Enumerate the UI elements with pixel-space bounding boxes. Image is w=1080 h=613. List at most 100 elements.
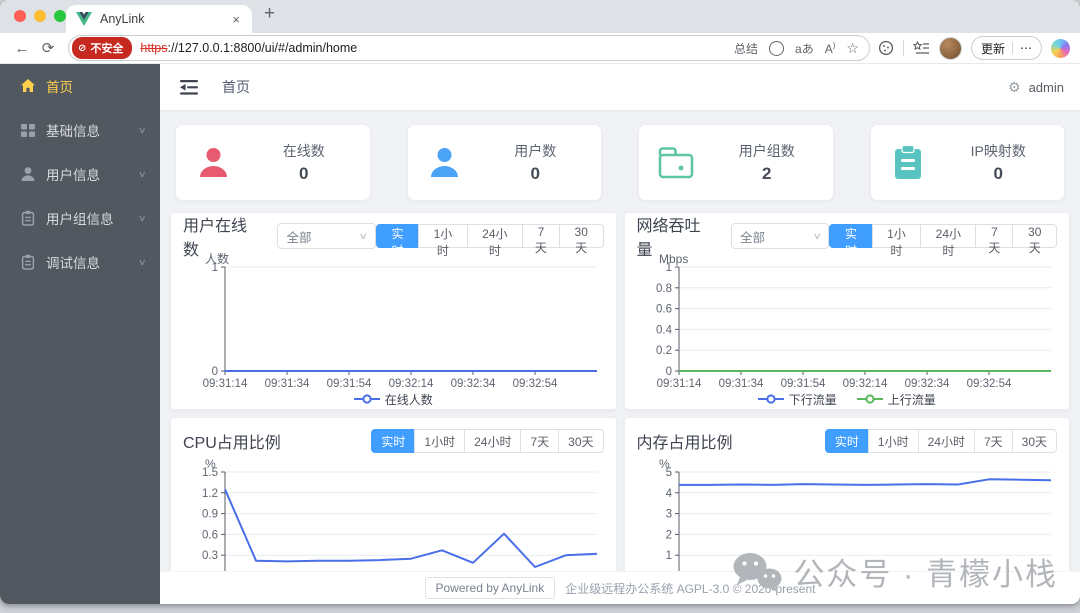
profile-avatar[interactable]	[938, 36, 962, 60]
svg-text:0: 0	[665, 366, 671, 378]
url-input[interactable]: ⊘ 不安全 https://127.0.0.1:8800/ui/#/admin/…	[68, 35, 870, 61]
svg-text:0.8: 0.8	[656, 283, 672, 295]
legend-marker-icon	[856, 394, 883, 404]
time-range-button[interactable]: 30天	[1012, 224, 1057, 255]
legend-marker-icon	[353, 394, 380, 404]
chevron-down-icon: ∨	[358, 230, 369, 241]
svg-text:09:31:54: 09:31:54	[327, 378, 372, 389]
folder-icon	[639, 146, 713, 180]
back-icon[interactable]: ←	[10, 40, 34, 57]
browser-tab-bar: AnyLink × +	[0, 0, 1080, 33]
chevron-down-icon: ∨	[812, 230, 822, 241]
time-range-button[interactable]: 1小时	[867, 429, 919, 453]
breadcrumb[interactable]: 首页	[222, 77, 250, 97]
stat-label: 在线数	[282, 143, 325, 159]
vue-logo-icon	[76, 12, 92, 26]
sidebar-item-basic-info[interactable]: 基础信息 ∨	[0, 108, 160, 152]
svg-text:0: 0	[212, 366, 218, 378]
reload-icon[interactable]: ⟳	[36, 39, 60, 57]
powered-by-badge[interactable]: Powered by AnyLink	[424, 577, 556, 599]
svg-text:1.5: 1.5	[202, 467, 218, 479]
scope-select[interactable]: 全部 ∨	[730, 223, 830, 249]
time-range-button[interactable]: 1小时	[418, 224, 468, 258]
sidebar-item-debug-info[interactable]: 调试信息 ∨	[0, 240, 160, 284]
sidebar-item-user-info[interactable]: 用户信息 ∨	[0, 152, 160, 196]
chart-legend: 下行流量 上行流量	[637, 389, 1058, 409]
summarize-icon[interactable]	[769, 40, 785, 56]
chart-panels: 用户在线数 全部 ∨ 实时 1小时 24小时 7天 30天 人数 0 1 09:31:14 09:…	[170, 212, 1070, 604]
extension-icon[interactable]	[878, 40, 894, 56]
url-text: https://127.0.0.1:8800/ui/#/admin/home	[140, 41, 358, 55]
wechat-icon	[731, 551, 783, 593]
read-aloud-icon[interactable]: A)	[825, 41, 836, 56]
watermark-text: 公众号 · 青檬小栈	[793, 557, 1058, 592]
sidebar: 首页 基础信息 ∨ 用户信息 ∨ 用户组信息 ∨ 调试信息 ∨	[0, 64, 160, 604]
username[interactable]: admin	[1029, 80, 1064, 95]
svg-text:0.3: 0.3	[202, 550, 218, 562]
translate-icon[interactable]: aあ	[795, 40, 814, 57]
time-range-button[interactable]: 24小时	[920, 224, 977, 258]
favorites-bar-icon[interactable]	[912, 40, 930, 56]
time-range-button[interactable]: 实时	[371, 429, 416, 453]
time-range-button[interactable]: 1小时	[871, 224, 922, 258]
legend-item[interactable]: 上行流量	[856, 391, 936, 408]
time-range-button[interactable]: 7天	[520, 429, 560, 453]
sidebar-fold-icon[interactable]	[180, 79, 200, 96]
minimize-window-button[interactable]	[34, 10, 46, 22]
stat-value: 2	[762, 164, 772, 183]
sidebar-item-home[interactable]: 首页	[0, 64, 160, 108]
more-menu-icon[interactable]: ⋯	[1020, 41, 1032, 55]
clipboard-icon	[20, 210, 36, 226]
stat-value: 0	[993, 164, 1003, 183]
clipboard-icon	[20, 254, 36, 270]
sidebar-item-user-group-info[interactable]: 用户组信息 ∨	[0, 196, 160, 240]
time-range-button[interactable]: 24小时	[917, 429, 975, 453]
time-range-button[interactable]: 7天	[973, 429, 1013, 453]
stat-card-online: 在线数 0	[175, 124, 371, 201]
watermark: 公众号 · 青檬小栈	[731, 549, 1058, 594]
legend-item[interactable]: 在线人数	[353, 391, 433, 408]
svg-text:4: 4	[665, 488, 672, 500]
svg-text:09:32:54: 09:32:54	[513, 378, 558, 389]
svg-text:1: 1	[212, 262, 218, 274]
tab-close-icon[interactable]: ×	[230, 12, 242, 27]
time-range-button[interactable]: 实时	[824, 429, 869, 453]
svg-text:5: 5	[665, 467, 671, 479]
maximize-window-button[interactable]	[54, 10, 66, 22]
time-range-button[interactable]: 30天	[1011, 429, 1057, 453]
svg-text:09:32:14: 09:32:14	[842, 378, 887, 389]
time-range-button[interactable]: 实时	[375, 224, 420, 258]
favorite-star-icon[interactable]: ☆	[846, 40, 859, 57]
time-range-button[interactable]: 1小时	[414, 429, 466, 453]
scope-select[interactable]: 全部 ∨	[277, 223, 376, 249]
legend-marker-icon	[757, 394, 784, 404]
panel-title: CPU占用比例	[183, 435, 281, 452]
summarize-label[interactable]: 总结	[734, 40, 758, 57]
time-range-button[interactable]: 7天	[975, 224, 1014, 255]
stat-card-users: 用户数 0	[406, 124, 602, 201]
stat-card-ip-maps: IP映射数 0	[869, 124, 1065, 201]
time-range-group: 实时 1小时 24小时 7天 30天	[375, 224, 604, 258]
copilot-icon[interactable]	[1051, 38, 1070, 58]
time-range-button[interactable]: 30天	[558, 224, 604, 255]
new-tab-button[interactable]: +	[264, 3, 275, 25]
svg-text:09:32:54: 09:32:54	[966, 378, 1011, 389]
chevron-down-icon: ∨	[138, 124, 148, 135]
svg-text:09:32:14: 09:32:14	[389, 378, 434, 389]
time-range-button[interactable]: 24小时	[464, 429, 522, 453]
svg-text:09:31:34: 09:31:34	[265, 378, 310, 389]
security-badge[interactable]: ⊘ 不安全	[72, 37, 133, 59]
time-range-button[interactable]: 7天	[521, 224, 560, 255]
time-range-button[interactable]: 24小时	[466, 224, 523, 258]
close-window-button[interactable]	[14, 10, 26, 22]
browser-window: AnyLink × + ← ⟳ ⊘ 不安全 https://127.0.0.1:…	[0, 0, 1080, 604]
update-button[interactable]: 更新 ⋯	[970, 36, 1042, 60]
browser-tab[interactable]: AnyLink ×	[66, 5, 252, 33]
gear-icon[interactable]: ⚙	[1008, 79, 1021, 96]
tab-title: AnyLink	[100, 12, 145, 26]
stat-label: IP映射数	[970, 143, 1026, 159]
time-range-group: 实时 1小时 24小时 7天 30天	[824, 429, 1057, 453]
time-range-button[interactable]: 30天	[558, 429, 604, 453]
time-range-button[interactable]: 实时	[829, 224, 873, 258]
legend-item[interactable]: 下行流量	[757, 391, 837, 408]
